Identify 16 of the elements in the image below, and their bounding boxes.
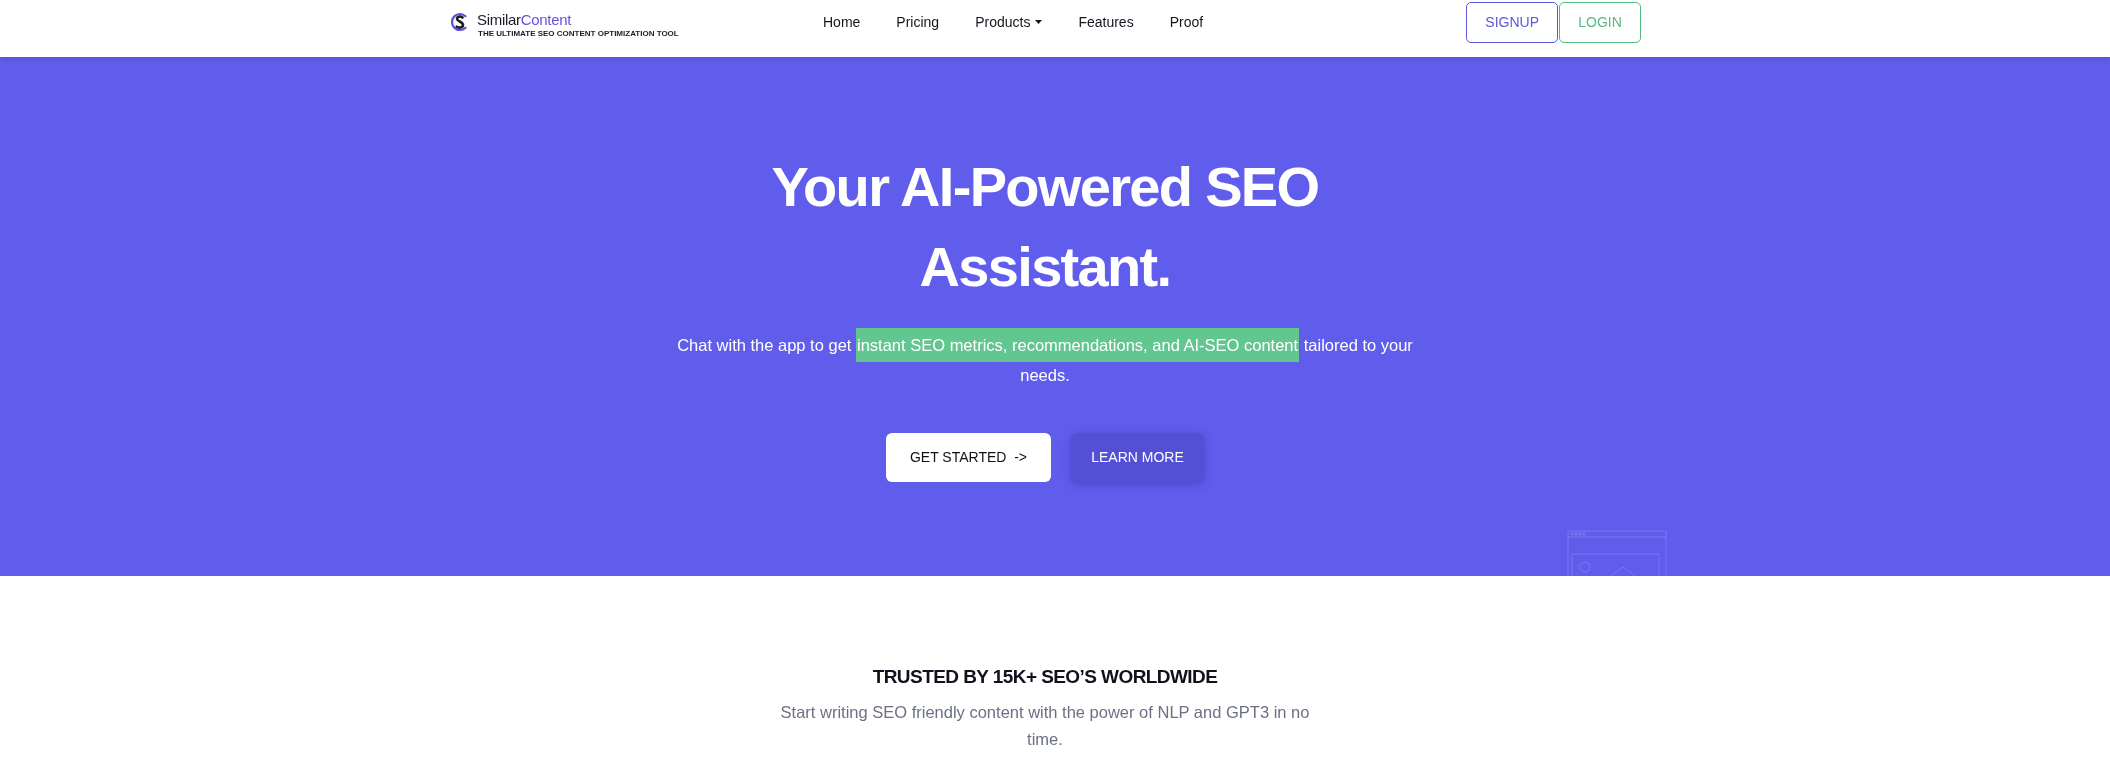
caret-icon[interactable] [1035,19,1043,24]
section-heading: TRUSTED BY 15K+ SEO’S WORLDWIDE [872,665,1218,689]
hero-button[interactable]: LEARN MORE [1071,433,1204,482]
hero-title: Your AI-Powered SEO Assistant. [770,154,1320,300]
nav-link[interactable]: Features [1078,12,1134,31]
logo-wordmark[interactable]: SimilarContent [477,11,572,28]
logo-tagline: THE ULTIMATE SEO CONTENT OPTIMIZATION TOOL [478,28,679,38]
logo-icon[interactable] [451,11,469,32]
nav-link[interactable]: Proof [1169,12,1204,31]
hero-button[interactable]: GET STARTED -> [886,433,1051,482]
auth-button[interactable]: SIGNUP [1466,1,1558,43]
nav-link[interactable]: Pricing [896,12,940,31]
nav-link[interactable]: Home [823,12,861,31]
section-description: Start writing SEO friendly content with the power of NLP and GPT3 in no time. [779,702,1311,750]
nav-link[interactable]: Products [975,12,1043,31]
hero-subtitle: Chat with the app to get instant SEO metrics, recommendations, and AI-SEO content tailored to your needs. [667,330,1423,390]
